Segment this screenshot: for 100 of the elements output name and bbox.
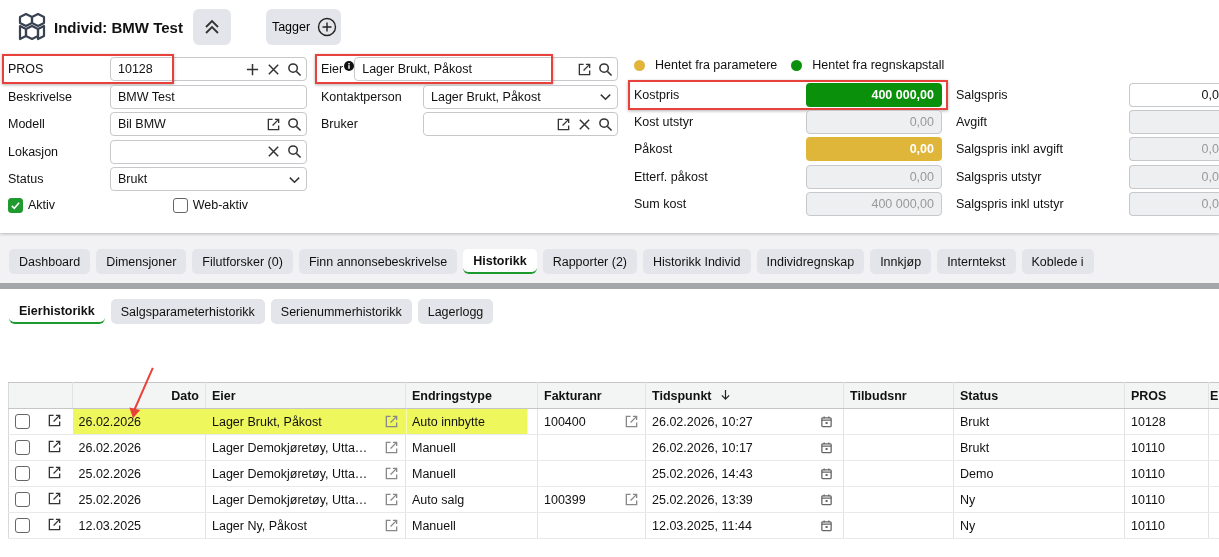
input-field[interactable]: 10128 (110, 57, 307, 81)
tab[interactable]: Dimensjoner (96, 249, 187, 274)
table-cell: Brukt (960, 414, 990, 429)
tab[interactable]: Dashboard (9, 249, 91, 274)
tab[interactable]: Serienummerhistorikk (270, 299, 412, 324)
search-icon[interactable] (598, 61, 613, 77)
table-cell: 25.02.2026, 13:39 (652, 492, 753, 507)
table-cell: 12.03.2025 (78, 518, 142, 533)
tab[interactable]: Historikk Individ (643, 249, 751, 274)
amount-field[interactable]: 400 000,00 (806, 83, 942, 107)
row-checkbox[interactable] (15, 518, 30, 534)
input-field[interactable]: Lager Brukt, Påkost (354, 57, 618, 81)
tab[interactable]: Finn annonsebeskrivelse (298, 249, 458, 274)
row-checkbox[interactable] (15, 492, 30, 508)
table-cell: Lager Demokjøretøy, Utta… (212, 440, 368, 455)
table-cell: Ny (960, 492, 976, 507)
amount-field: 400 000,00 (806, 191, 942, 216)
external-link-icon[interactable] (46, 464, 62, 480)
row-checkbox[interactable] (15, 440, 30, 456)
calendar-icon[interactable] (820, 519, 833, 532)
external-link-icon[interactable] (46, 438, 62, 454)
search-icon[interactable] (287, 144, 302, 159)
table-cell: 10110 (1131, 440, 1165, 455)
table-cell: 26.02.2026, 10:17 (652, 440, 753, 455)
calendar-icon[interactable] (820, 467, 833, 480)
field-label: Modell (8, 117, 46, 131)
field-label: Eier (321, 62, 344, 76)
table-cell: Lager Brukt, Påkost (212, 414, 322, 429)
field-label: Beskrivelse (8, 89, 73, 104)
table-cell: 10110 (1131, 518, 1165, 533)
field-label: Sum kost (634, 196, 688, 211)
calendar-icon[interactable] (820, 493, 833, 506)
checkbox[interactable] (172, 197, 188, 213)
external-link-icon[interactable] (577, 61, 592, 77)
calendar-icon[interactable] (820, 415, 833, 428)
clear-icon[interactable] (266, 144, 281, 159)
field-label: Bruker (321, 117, 359, 131)
field-label: Etterf. påkost (634, 169, 709, 184)
column-header[interactable]: Status (960, 388, 999, 403)
plus-circle-icon (317, 17, 338, 37)
field-label: Avgift (956, 115, 989, 130)
row-checkbox[interactable] (15, 414, 30, 430)
table-cell: 100400 (544, 414, 586, 429)
tags-button[interactable]: Tagger (265, 9, 342, 45)
amount-field: 0,0 (1129, 164, 1219, 189)
table-cell: 10110 (1131, 492, 1165, 507)
checkbox[interactable] (8, 197, 23, 213)
amount-field[interactable]: 0,0 (1129, 83, 1219, 107)
tab[interactable]: Innkjøp (870, 249, 932, 274)
table-cell: 25.02.2026 (78, 466, 142, 481)
field-label: Salgspris inkl avgift (956, 142, 1064, 157)
legend-label: Hentet fra regnskapstall (812, 58, 945, 72)
search-icon[interactable] (287, 116, 302, 132)
search-icon[interactable] (287, 61, 302, 77)
table-cell: Ny (960, 518, 976, 533)
table-cell: 26.02.2026 (78, 440, 142, 455)
search-icon[interactable] (598, 116, 613, 132)
table-cell: Lager Ny, Påkost (212, 518, 307, 533)
tab[interactable]: Individregnskap (756, 249, 865, 274)
table-cell: 26.02.2026 (78, 414, 142, 429)
tab[interactable]: Rapporter (2) (542, 249, 638, 274)
legend-label: Hentet fra parametere (655, 58, 778, 72)
tab[interactable]: Interntekst (937, 249, 1016, 274)
table-cell: Manuell (412, 518, 456, 533)
dropdown-field[interactable]: Lager Brukt, Påkost (423, 84, 618, 109)
field-label: Kost utstyr (634, 115, 695, 130)
column-header[interactable]: Eier (212, 388, 236, 403)
field-label: Salgspris inkl utstyr (956, 196, 1065, 211)
tab[interactable]: Lagerlogg (417, 299, 494, 324)
field-label: Påkost (634, 142, 674, 157)
input-field[interactable] (423, 112, 618, 136)
table-cell: Demo (960, 466, 994, 481)
field-label: Salgspris utstyr (956, 169, 1043, 184)
input-field[interactable] (110, 139, 307, 164)
tab[interactable]: Koblede i (1021, 249, 1094, 274)
collapse-button[interactable] (192, 9, 231, 45)
tab[interactable]: Salgsparameterhistorikk (110, 299, 265, 324)
tab[interactable]: Historikk (463, 249, 537, 274)
dropdown-field[interactable]: Brukt (110, 167, 307, 191)
calendar-icon[interactable] (820, 441, 833, 454)
clear-icon[interactable] (266, 61, 281, 77)
input-field[interactable]: BMW Test (110, 84, 307, 109)
plus-icon[interactable] (245, 61, 260, 77)
table-cell: 100399 (544, 492, 586, 507)
column-header[interactable]: Dato (171, 388, 199, 403)
field-label: Salgspris (956, 88, 1009, 102)
external-link-icon[interactable] (266, 116, 281, 132)
table-cell: Lager Demokjøretøy, Utta… (212, 492, 368, 507)
table-cell: Manuell (412, 466, 456, 481)
clear-icon[interactable] (577, 116, 592, 132)
row-checkbox[interactable] (15, 466, 30, 482)
external-link-icon[interactable] (46, 490, 62, 506)
external-link-icon[interactable] (46, 412, 62, 428)
column-header[interactable]: Tidspunkt (652, 388, 712, 403)
input-field[interactable]: Bil BMW (110, 112, 307, 136)
field-label: Lokasjon (8, 144, 60, 159)
external-link-icon[interactable] (556, 116, 571, 132)
tab[interactable]: Filutforsker (0) (192, 249, 293, 274)
external-link-icon[interactable] (46, 516, 62, 532)
field-label: Kostpris (634, 88, 681, 102)
